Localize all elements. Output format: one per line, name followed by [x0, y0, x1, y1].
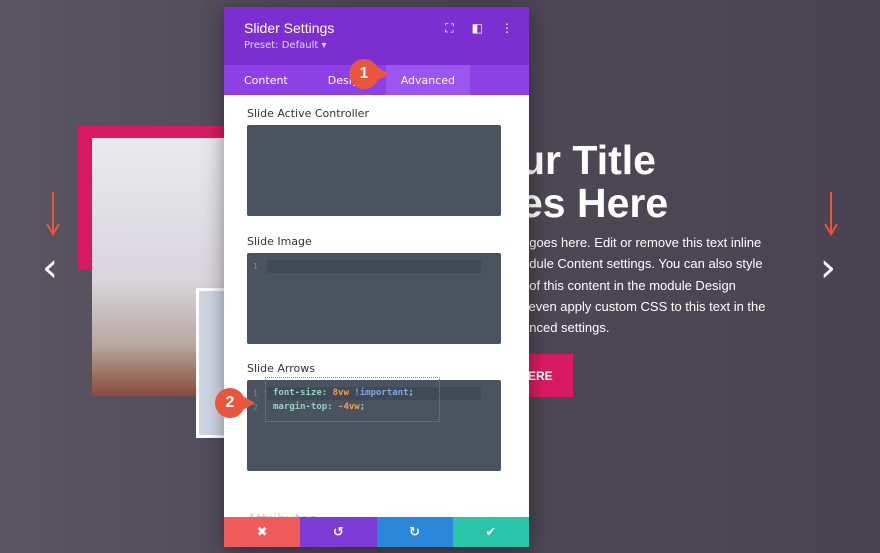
field-label: Slide Active Controller: [247, 107, 369, 120]
down-arrow-icon: [824, 192, 838, 236]
line-number: 1: [253, 262, 258, 271]
fullscreen-icon[interactable]: ⛶: [445, 21, 453, 36]
field-label: Slide Arrows: [247, 362, 315, 375]
redo-button[interactable]: ↻: [376, 517, 453, 547]
save-button[interactable]: ✔: [452, 517, 529, 547]
para-line: t goes here. Edit or remove this text in…: [522, 235, 762, 250]
preset-dropdown[interactable]: Preset: Default ▾: [244, 40, 509, 51]
para-line: odule Content settings. You can also sty…: [522, 256, 763, 272]
slide-image: [92, 138, 256, 438]
split-view-icon[interactable]: ◧: [472, 21, 483, 36]
slide-image-editor[interactable]: 1: [247, 253, 501, 344]
tab-content[interactable]: Content: [224, 65, 308, 95]
slide-active-controller-editor[interactable]: [247, 125, 501, 216]
prev-arrow-icon[interactable]: ‹: [42, 248, 58, 288]
field-label: Slide Image: [247, 235, 312, 248]
title-line: ur Title: [520, 137, 656, 183]
tab-advanced[interactable]: Advanced: [385, 65, 470, 95]
next-arrow-icon[interactable]: ›: [820, 248, 836, 288]
more-icon[interactable]: ⋮: [501, 21, 513, 36]
step-badge-2: 2: [215, 388, 255, 418]
para-line: l even apply custom CSS to this text in …: [522, 298, 766, 314]
highlight-box: [265, 377, 440, 422]
active-line: [267, 260, 481, 273]
slider-settings-panel: Slider Settings Preset: Default ▾ ⛶ ◧ ⋮ Co…: [224, 7, 529, 547]
undo-button[interactable]: ↺: [300, 517, 377, 547]
panel-footer: ✖ ↺ ↻ ✔: [224, 517, 529, 547]
slide-title: ur Title es Here: [520, 139, 668, 225]
slide-description: t goes here. Edit or remove this text in…: [522, 232, 822, 338]
cancel-button[interactable]: ✖: [224, 517, 301, 547]
down-arrow-icon: [46, 192, 60, 236]
para-line: anced settings.: [522, 320, 610, 336]
slide-button[interactable]: ERE: [524, 354, 573, 397]
title-line: es Here: [520, 180, 669, 226]
step-badge-1: 1: [349, 59, 389, 89]
para-line: t of this content in the module Design: [522, 277, 736, 293]
panel-header: Slider Settings Preset: Default ▾ ⛶ ◧ ⋮: [224, 7, 529, 65]
